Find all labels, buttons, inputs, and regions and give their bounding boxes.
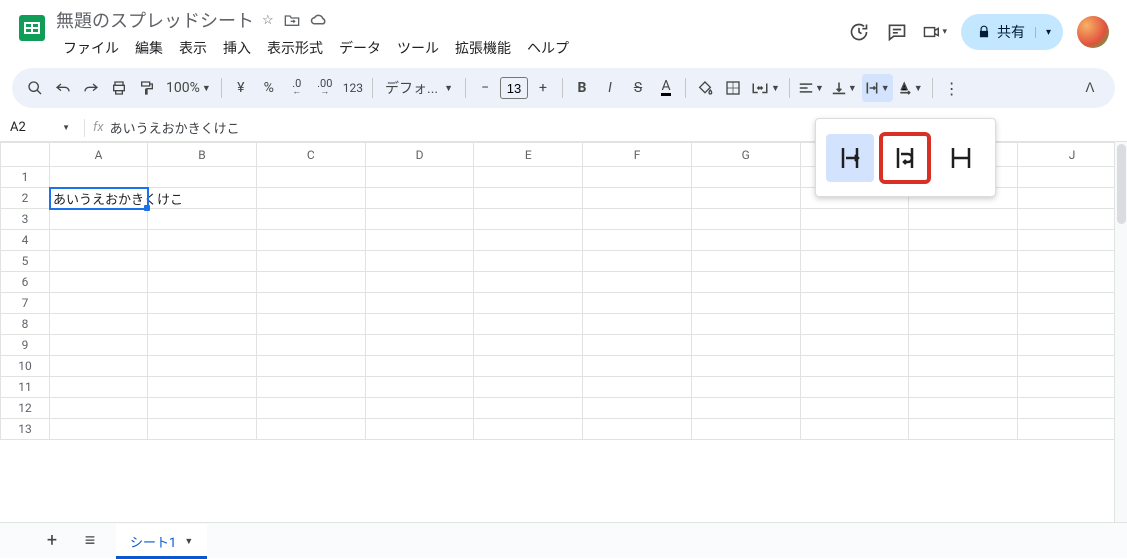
row-header[interactable]: 2 xyxy=(1,188,50,209)
column-header-G[interactable]: G xyxy=(691,143,800,167)
history-icon[interactable] xyxy=(847,20,871,44)
search-icon[interactable] xyxy=(22,74,48,102)
paint-format-button[interactable] xyxy=(134,74,160,102)
menu-help[interactable]: ヘルプ xyxy=(520,34,576,62)
cell-A2[interactable]: あいうえおかきくけこ xyxy=(50,188,148,209)
currency-button[interactable]: ¥ xyxy=(228,74,254,102)
percent-button[interactable]: % xyxy=(256,74,282,102)
horizontal-align-button[interactable]: ▼ xyxy=(796,74,827,102)
chevron-down-icon: ▼ xyxy=(848,83,857,94)
font-size-decrease[interactable]: − xyxy=(472,74,498,102)
more-toolbar-icon[interactable]: ⋮ xyxy=(939,74,965,102)
account-avatar[interactable] xyxy=(1077,16,1109,48)
row-header[interactable]: 9 xyxy=(1,335,50,356)
row-header[interactable]: 4 xyxy=(1,230,50,251)
name-box[interactable]: A2 ▼ xyxy=(10,120,76,135)
menu-file[interactable]: ファイル xyxy=(56,34,126,62)
column-header-C[interactable]: C xyxy=(256,143,365,167)
select-all-corner[interactable] xyxy=(1,143,50,167)
row-header[interactable]: 1 xyxy=(1,167,50,188)
italic-button[interactable]: I xyxy=(597,74,623,102)
strikethrough-button[interactable]: S xyxy=(625,74,651,102)
print-button[interactable] xyxy=(106,74,132,102)
share-label: 共有 xyxy=(997,22,1025,42)
row-header[interactable]: 6 xyxy=(1,272,50,293)
row-header[interactable]: 13 xyxy=(1,419,50,440)
increase-decimal-button[interactable]: .00→ xyxy=(312,74,338,102)
cloud-status-icon[interactable] xyxy=(310,13,328,28)
document-title[interactable]: 無題のスプレッドシート xyxy=(56,7,254,33)
menu-view[interactable]: 表示 xyxy=(172,34,214,62)
formula-value[interactable]: あいうえおかきくけこ xyxy=(110,118,240,137)
menu-edit[interactable]: 編集 xyxy=(128,34,170,62)
font-size-input[interactable] xyxy=(500,77,528,99)
chevron-down-icon: ▼ xyxy=(444,83,453,94)
collapse-toolbar-icon[interactable]: ᐱ xyxy=(1075,73,1105,103)
chevron-down-icon: ▼ xyxy=(815,83,824,94)
column-header-B[interactable]: B xyxy=(148,143,257,167)
move-folder-icon[interactable] xyxy=(284,13,300,28)
menu-data[interactable]: データ xyxy=(332,34,388,62)
lock-icon xyxy=(977,25,991,39)
menu-insert[interactable]: 挿入 xyxy=(216,34,258,62)
column-header-E[interactable]: E xyxy=(474,143,583,167)
chevron-down-icon: ▼ xyxy=(881,83,890,94)
merge-cells-button[interactable]: ▼ xyxy=(748,74,783,102)
decrease-decimal-button[interactable]: .0← xyxy=(284,74,310,102)
redo-button[interactable] xyxy=(78,74,104,102)
meet-icon[interactable]: ▾ xyxy=(923,20,947,44)
column-header-A[interactable]: A xyxy=(50,143,148,167)
all-sheets-button[interactable]: ≡ xyxy=(78,529,102,553)
sheet-tabs-bar: + ≡ シート1 ▼ xyxy=(0,522,1127,558)
sheets-logo[interactable] xyxy=(12,8,52,48)
menu-extensions[interactable]: 拡張機能 xyxy=(448,34,518,62)
vertical-scrollbar[interactable] xyxy=(1114,142,1127,536)
comment-icon[interactable] xyxy=(885,20,909,44)
chevron-down-icon: ▼ xyxy=(62,123,70,132)
chevron-down-icon: ▼ xyxy=(914,83,923,94)
row-header[interactable]: 7 xyxy=(1,293,50,314)
menu-format[interactable]: 表示形式 xyxy=(260,34,330,62)
chevron-down-icon: ▼ xyxy=(771,83,780,94)
number-format-button[interactable]: 123 xyxy=(340,74,366,102)
chevron-down-icon: ▾ xyxy=(942,27,947,37)
column-header-D[interactable]: D xyxy=(365,143,474,167)
menu-tools[interactable]: ツール xyxy=(390,34,446,62)
sheet-tab[interactable]: シート1 ▼ xyxy=(116,524,207,559)
text-wrap-popup xyxy=(815,118,996,197)
chevron-down-icon[interactable]: ▾ xyxy=(1035,27,1051,38)
row-header[interactable]: 8 xyxy=(1,314,50,335)
font-size-increase[interactable]: + xyxy=(530,74,556,102)
column-header-F[interactable]: F xyxy=(583,143,692,167)
borders-button[interactable] xyxy=(720,74,746,102)
wrap-overflow-option[interactable] xyxy=(826,134,874,182)
row-header[interactable]: 11 xyxy=(1,377,50,398)
fx-label: fx xyxy=(93,120,104,135)
wrap-wrap-option[interactable] xyxy=(881,134,929,182)
chevron-down-icon[interactable]: ▼ xyxy=(184,536,193,547)
text-color-button[interactable]: A xyxy=(653,74,679,102)
row-header[interactable]: 5 xyxy=(1,251,50,272)
vertical-align-button[interactable]: ▼ xyxy=(829,74,860,102)
share-button[interactable]: 共有 ▾ xyxy=(961,14,1063,50)
text-rotation-button[interactable]: ▼ xyxy=(895,74,926,102)
wrap-clip-option[interactable] xyxy=(937,134,985,182)
fill-color-button[interactable] xyxy=(692,74,718,102)
bold-button[interactable]: B xyxy=(569,74,595,102)
row-header[interactable]: 10 xyxy=(1,356,50,377)
text-wrap-button[interactable]: ▼ xyxy=(862,74,893,102)
row-header[interactable]: 3 xyxy=(1,209,50,230)
column-header-J[interactable]: J xyxy=(1018,143,1127,167)
undo-button[interactable] xyxy=(50,74,76,102)
fill-handle[interactable] xyxy=(144,205,150,211)
menu-bar: ファイル 編集 表示 挿入 表示形式 データ ツール 拡張機能 ヘルプ xyxy=(56,34,847,62)
row-header[interactable]: 12 xyxy=(1,398,50,419)
toolbar: 100%▼ ¥ % .0← .00→ 123 デフォ...▼ − + B I S… xyxy=(12,68,1115,108)
zoom-dropdown[interactable]: 100%▼ xyxy=(162,74,215,102)
add-sheet-button[interactable]: + xyxy=(40,529,64,553)
font-family-dropdown[interactable]: デフォ...▼ xyxy=(379,74,459,102)
star-icon[interactable]: ☆ xyxy=(262,13,274,28)
chevron-down-icon: ▼ xyxy=(202,83,211,94)
